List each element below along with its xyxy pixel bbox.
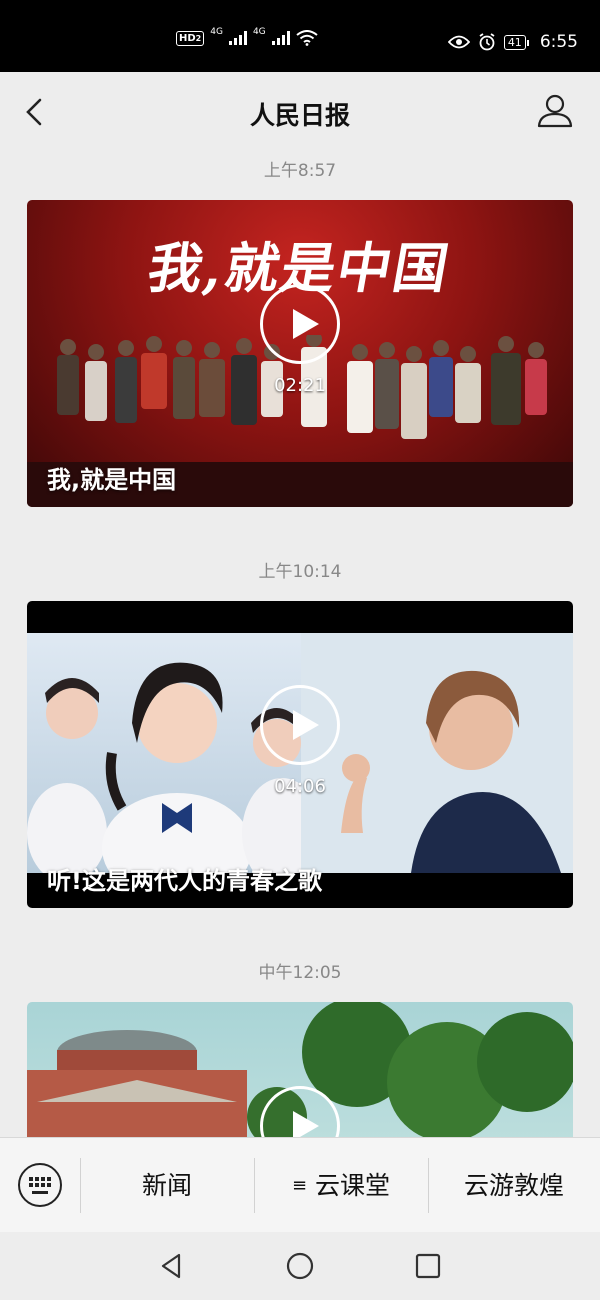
students-illustration <box>27 662 322 873</box>
wifi-icon <box>296 30 318 46</box>
bottom-menu: 新闻 ≡ 云课堂 云游敦煌 <box>0 1137 600 1232</box>
network-type-1: 4G <box>210 27 223 37</box>
menu-item-dunhuang[interactable]: 云游敦煌 <box>428 1138 600 1233</box>
message-time: 上午10:14 <box>258 562 342 582</box>
person-icon[interactable] <box>536 92 574 130</box>
menu-item-cloud-class[interactable]: ≡ 云课堂 <box>254 1138 428 1233</box>
circle-home-icon[interactable] <box>285 1251 315 1281</box>
status-right: 41 6:55 <box>447 32 578 52</box>
play-icon[interactable] <box>260 685 340 765</box>
signal-icon-2 <box>271 31 290 45</box>
status-bar: HD2 4G 4G 41 6:55 <box>0 0 600 72</box>
thumbnail-right-panel <box>301 633 573 873</box>
triangle-back-icon[interactable] <box>157 1251 187 1281</box>
video-card[interactable]: 我,就是中国 02:21 我,就是中国 <box>27 200 573 507</box>
hd-badge: HD2 <box>176 30 205 46</box>
video-duration: 04:06 <box>274 776 326 797</box>
menu-lines-icon: ≡ <box>291 1175 308 1196</box>
keyboard-icon[interactable] <box>18 1163 62 1207</box>
square-recent-icon[interactable] <box>413 1251 443 1281</box>
alarm-icon <box>479 33 495 51</box>
message-time: 上午8:57 <box>263 161 337 181</box>
menu-item-news[interactable]: 新闻 <box>80 1138 254 1233</box>
video-duration: 02:21 <box>274 375 326 396</box>
app-header: 人民日报 <box>0 72 600 152</box>
message-time: 中午12:05 <box>258 963 342 983</box>
video-card[interactable] <box>27 1002 573 1142</box>
signal-icon <box>228 31 247 45</box>
video-caption: 我,就是中国 <box>47 466 177 494</box>
page-title: 人民日报 <box>249 101 350 130</box>
system-nav-bar <box>0 1232 600 1300</box>
network-type-2: 4G <box>252 27 266 37</box>
status-left: HD2 4G 4G <box>176 27 318 46</box>
clock: 6:55 <box>539 32 578 52</box>
elder-illustration <box>301 633 573 873</box>
play-icon[interactable] <box>260 284 340 364</box>
thumbnail-left-panel <box>27 633 322 873</box>
eye-icon <box>447 35 470 49</box>
video-caption: 听!这是两代人的青春之歌 <box>47 867 322 895</box>
battery-icon: 41 <box>503 34 529 50</box>
video-card[interactable]: 04:06 听!这是两代人的青春之歌 <box>27 601 573 908</box>
